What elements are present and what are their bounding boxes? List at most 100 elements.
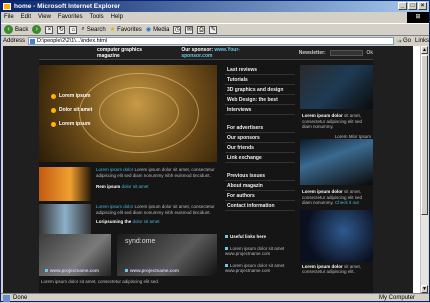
right-text-1-title: Lorem ipsum dolor xyxy=(302,113,343,118)
article-2-link[interactable]: dolor sit amet xyxy=(133,219,160,224)
nav-interviews[interactable]: Interviews xyxy=(225,105,295,115)
favorites-button[interactable]: ★ Favorites xyxy=(109,26,142,34)
menu-bar: File Edit View Favorites Tools Help ⊞ xyxy=(1,12,429,23)
useful-link-1[interactable]: Lorem ipsum dolor sit amet www.projectna… xyxy=(225,246,297,257)
minimize-button[interactable]: _ xyxy=(398,2,407,10)
edit-button[interactable]: ✎ xyxy=(209,25,218,34)
title-bar: home - Microsoft Internet Explorer _ □ × xyxy=(1,1,429,12)
bottom-link-1[interactable]: www.projectname.com xyxy=(45,268,99,273)
article-block-1: Lorem ipsum dolor Lorem ipsum dolor sit … xyxy=(39,167,217,201)
menu-edit[interactable]: Edit xyxy=(21,12,31,23)
go-label: Go xyxy=(402,38,411,44)
bottom-link-2[interactable]: www.projectname.com xyxy=(125,268,179,273)
scroll-thumb[interactable] xyxy=(421,55,428,215)
vertical-scrollbar[interactable]: ▲ ▼ xyxy=(420,46,428,293)
hero-link-label: Lorem ipsum xyxy=(59,121,91,127)
back-button[interactable]: ‹ Back xyxy=(4,25,28,34)
scroll-up-icon[interactable]: ▲ xyxy=(421,46,428,54)
forward-button[interactable]: › xyxy=(32,25,42,34)
nav-web-design[interactable]: Web Design: the best xyxy=(225,95,295,105)
nav-tutorials[interactable]: Tutorials xyxy=(225,75,295,85)
newsletter-ok-button[interactable]: Ok xyxy=(366,50,373,56)
print-button[interactable]: ⎙ xyxy=(197,25,206,34)
article-text-2: Lorem ipsum dolor Lorem ipsum dolor sit … xyxy=(96,204,216,236)
right-image-2 xyxy=(300,139,373,185)
home-button[interactable]: ⌂ xyxy=(69,25,78,34)
links-button[interactable]: Links xyxy=(415,38,429,44)
article-thumb-2[interactable] xyxy=(39,204,91,236)
right-text-2-title: Lorem ipsum dolor xyxy=(302,189,343,194)
check-it-out-link[interactable]: Check it out xyxy=(335,200,359,205)
menu-file[interactable]: File xyxy=(4,12,14,23)
menu-favorites[interactable]: Favorites xyxy=(58,12,83,23)
window-title: home - Microsoft Internet Explorer xyxy=(14,3,121,10)
stop-button[interactable]: × xyxy=(45,25,54,34)
refresh-button[interactable]: ↻ xyxy=(57,25,66,34)
hero-swirl-inner xyxy=(99,87,179,137)
menu-view[interactable]: View xyxy=(38,12,51,23)
maximize-button[interactable]: □ xyxy=(408,2,417,10)
nav-3d-graphics[interactable]: 3D graphics and design xyxy=(225,85,295,95)
article-thumb-1[interactable] xyxy=(39,167,91,201)
article-text-1: Lorem ipsum dolor Lorem ipsum dolor sit … xyxy=(96,167,216,201)
go-arrow-icon: ➔ xyxy=(396,38,402,45)
magazine-label: computer graphics magazine xyxy=(97,46,143,59)
hero-link-2[interactable]: Dolor sit amet xyxy=(51,107,92,113)
favorites-label: Favorites xyxy=(117,26,142,33)
toolbar: ‹ Back › × ↻ ⌂ ⌕ Search ★ Favorites ◉ Me… xyxy=(1,23,429,36)
star-icon: ★ xyxy=(109,27,116,33)
hero-link-label: Dolor sit amet xyxy=(59,107,93,113)
status-text: Done xyxy=(13,295,28,301)
useful-link-2[interactable]: Lorem ipsum dolor sit amet www.projectna… xyxy=(225,263,297,274)
useful-links: Useful links here Lorem ipsum dolor sit … xyxy=(225,234,297,274)
bullet-icon xyxy=(51,93,56,99)
syndrome-logo: synd:ome xyxy=(125,238,156,245)
scroll-down-icon[interactable]: ▼ xyxy=(421,285,428,293)
hero-link-1[interactable]: Lorem ipsum xyxy=(51,93,90,99)
history-button[interactable]: ◷ xyxy=(173,25,182,34)
sponsor-info: Our sponsor: www.Your-sponsor.com xyxy=(181,47,264,59)
search-button[interactable]: ⌕ Search xyxy=(81,26,105,33)
site-container: computer graphics magazine Our sponsor: … xyxy=(39,46,373,293)
nav-advertisers[interactable]: For advertisers xyxy=(225,123,295,133)
right-text-3-title: Lorem ipsum dolor xyxy=(302,263,343,269)
nav-about[interactable]: About magazin xyxy=(225,181,295,191)
article-1-title[interactable]: Lorem ipsum dolor xyxy=(96,167,133,172)
nav-friends[interactable]: Our friends xyxy=(225,143,295,153)
go-button[interactable]: ➔ Go xyxy=(397,38,411,45)
address-label: Address xyxy=(3,38,26,44)
website: computer graphics magazine Our sponsor: … xyxy=(3,46,413,293)
newsletter-label: Newsletter: xyxy=(298,49,326,56)
bullet-icon xyxy=(51,107,56,113)
nav-link-exchange[interactable]: Link exchange xyxy=(225,153,295,163)
article-1-link[interactable]: dolor sit amet xyxy=(122,184,149,189)
browser-window: home - Microsoft Internet Explorer _ □ ×… xyxy=(0,0,430,302)
site-topnav: computer graphics magazine Our sponsor: … xyxy=(39,46,373,60)
page-viewport: computer graphics magazine Our sponsor: … xyxy=(3,46,421,293)
nav-last-reviews[interactable]: Last reviews xyxy=(225,65,295,75)
nav-previous-issues[interactable]: Previous issues xyxy=(225,171,295,181)
close-button[interactable]: × xyxy=(418,2,427,10)
media-label: Media xyxy=(153,26,170,33)
bottom-image-2: synd:ome www.projectname.com xyxy=(117,234,217,276)
nav-authors[interactable]: For authors xyxy=(225,191,295,201)
hero-link-label: Lorem ipsum xyxy=(59,93,91,99)
newsletter-input[interactable] xyxy=(329,49,364,56)
right-column: Lorem ipsum dolor sit amet, consectetur … xyxy=(300,65,373,277)
media-icon: ◉ xyxy=(145,27,152,33)
useful-links-heading: Useful links here xyxy=(230,234,267,239)
hero-link-3[interactable]: Lorem ipsum xyxy=(51,121,90,127)
windows-logo-icon: ⊞ xyxy=(407,12,429,23)
bullet-icon xyxy=(51,121,56,127)
nav-sponsors[interactable]: Our sponsors xyxy=(225,133,295,143)
menu-help[interactable]: Help xyxy=(111,12,123,23)
nav-contact[interactable]: Contact information xyxy=(225,201,295,211)
page-icon xyxy=(30,39,36,44)
media-button[interactable]: ◉ Media xyxy=(145,26,170,34)
mail-button[interactable]: ✉ xyxy=(185,25,194,34)
address-input[interactable]: D:\people\2\2\1\...\index.html xyxy=(28,37,394,45)
menu-tools[interactable]: Tools xyxy=(90,12,104,23)
hero-image: Lorem ipsum Dolor sit amet Lorem ipsum xyxy=(39,65,217,162)
right-text-3: Lorem ipsum dolor sit amet, consectetur … xyxy=(300,262,373,277)
article-2-title[interactable]: Lorem ipsum dolor xyxy=(96,204,133,209)
